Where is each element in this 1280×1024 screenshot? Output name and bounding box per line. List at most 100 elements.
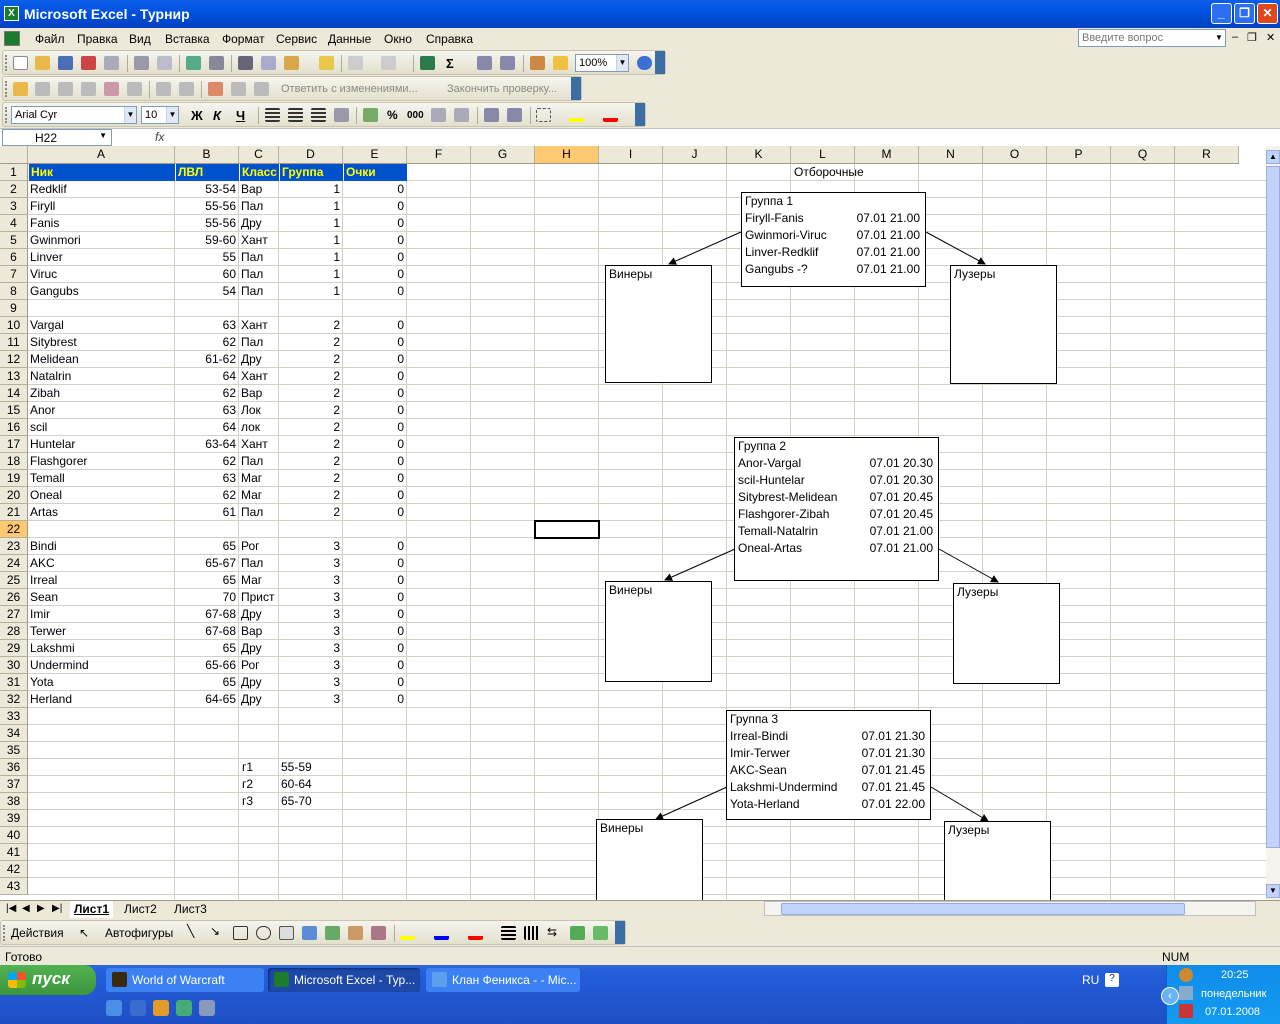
thousands-button[interactable]: 000 xyxy=(407,110,424,121)
mail-icon[interactable] xyxy=(35,82,50,96)
fill-color-icon[interactable] xyxy=(569,108,584,122)
menu-tools[interactable]: Сервис xyxy=(276,32,317,46)
percent-button[interactable]: % xyxy=(387,108,398,122)
font-size-select[interactable]: 10 ▼ xyxy=(141,106,179,124)
prev-sheet-icon[interactable]: ◀ xyxy=(22,903,30,914)
scroll-thumb[interactable] xyxy=(781,903,1185,915)
paste-icon[interactable] xyxy=(284,56,299,70)
copy-icon[interactable] xyxy=(261,56,276,70)
select-objects-icon[interactable]: ↖ xyxy=(79,926,89,940)
menu-view[interactable]: Вид xyxy=(129,32,151,46)
dash-style-icon[interactable] xyxy=(524,926,539,940)
font-name-select[interactable]: Arial Cyr ▼ xyxy=(11,106,137,124)
picture-icon[interactable] xyxy=(371,926,386,940)
doc-minimize-button[interactable]: ‒ xyxy=(1232,31,1238,43)
email-icon[interactable] xyxy=(104,56,119,70)
menu-file[interactable]: Файл xyxy=(35,32,65,46)
ink-icon[interactable] xyxy=(254,82,269,96)
show-comments-icon[interactable] xyxy=(156,82,171,96)
toolbar-grip[interactable] xyxy=(5,55,8,71)
security-icon[interactable] xyxy=(1179,1004,1193,1018)
chevron-down-icon[interactable]: ▼ xyxy=(616,55,628,71)
horizontal-scrollbar[interactable] xyxy=(764,901,1256,916)
task-excel[interactable]: Microsoft Excel - Тур... xyxy=(268,968,420,992)
end-review-button[interactable]: Закончить проверку... xyxy=(447,83,557,95)
bold-button[interactable]: Ж xyxy=(191,108,203,123)
wordart-icon[interactable] xyxy=(302,926,317,940)
3d-icon[interactable] xyxy=(593,926,608,940)
menu-help[interactable]: Справка xyxy=(426,32,473,46)
new-icon[interactable] xyxy=(13,56,28,70)
chevron-down-icon[interactable]: ▼ xyxy=(166,107,178,123)
doc-close-button[interactable]: ✕ xyxy=(1266,31,1275,44)
actions-menu[interactable]: Действия xyxy=(11,926,64,940)
font-color-icon[interactable] xyxy=(603,108,618,122)
arrow-icon[interactable]: ↘ xyxy=(210,924,220,938)
research-icon[interactable] xyxy=(209,56,224,70)
cut-icon[interactable] xyxy=(238,56,253,70)
font-color-icon[interactable] xyxy=(468,926,483,940)
workbook-icon[interactable] xyxy=(4,31,20,46)
diagram-icon[interactable] xyxy=(325,926,340,940)
decrease-decimal-icon[interactable] xyxy=(454,108,469,122)
merge-center-icon[interactable] xyxy=(334,108,349,122)
open-icon[interactable] xyxy=(35,56,50,70)
scroll-down-icon[interactable]: ▼ xyxy=(1266,884,1280,898)
decrease-indent-icon[interactable] xyxy=(484,108,499,122)
format-painter-icon[interactable] xyxy=(319,56,334,70)
line-color-icon[interactable] xyxy=(434,926,449,940)
menu-window[interactable]: Окно xyxy=(384,32,412,46)
media-quicklaunch-icon[interactable] xyxy=(153,1000,169,1016)
increase-indent-icon[interactable] xyxy=(507,108,522,122)
tray-app-icon[interactable] xyxy=(1179,968,1193,982)
vertical-scrollbar[interactable]: ▲ ▼ xyxy=(1266,146,1280,900)
clipart-icon[interactable] xyxy=(348,926,363,940)
sort-descending-icon[interactable] xyxy=(500,56,515,70)
textbox-icon[interactable] xyxy=(279,926,294,940)
permission-icon[interactable] xyxy=(81,56,96,70)
close-button[interactable]: ✕ xyxy=(1257,3,1278,24)
task-ie[interactable]: Клан Феникса - - Mic... xyxy=(426,968,580,992)
forward-icon[interactable] xyxy=(81,82,96,96)
scroll-up-icon[interactable]: ▲ xyxy=(1266,150,1280,164)
doc-restore-button[interactable]: ❐ xyxy=(1247,31,1257,44)
minimize-button[interactable]: _ xyxy=(1211,3,1232,24)
maximize-button[interactable]: ❐ xyxy=(1234,3,1255,24)
task-wow[interactable]: World of Warcraft xyxy=(106,968,264,992)
chevron-down-icon[interactable]: ▼ xyxy=(124,107,136,123)
chevron-down-icon[interactable]: ▼ xyxy=(1213,30,1225,46)
line-icon[interactable]: ╲ xyxy=(187,924,194,938)
align-center-icon[interactable] xyxy=(288,108,303,122)
delete-comment-icon[interactable] xyxy=(127,82,142,96)
reply-with-changes-button[interactable]: Ответить с изменениями... xyxy=(281,83,418,95)
sheet-tab-3[interactable]: Лист3 xyxy=(170,901,211,918)
fx-icon[interactable]: fx xyxy=(155,130,164,144)
last-sheet-icon[interactable]: ▶| xyxy=(52,903,62,914)
autosum-icon[interactable]: Σ xyxy=(446,56,454,71)
line-style-icon[interactable] xyxy=(501,926,516,940)
folder-icon[interactable] xyxy=(13,82,28,96)
save-icon[interactable] xyxy=(58,56,73,70)
borders-icon[interactable] xyxy=(536,108,551,122)
toolbar-options-icon[interactable] xyxy=(571,77,581,100)
align-right-icon[interactable] xyxy=(311,108,326,122)
spelling-icon[interactable] xyxy=(186,56,201,70)
menu-edit[interactable]: Правка xyxy=(77,32,118,46)
app2-quicklaunch-icon[interactable] xyxy=(199,1000,215,1016)
ask-question-input[interactable]: Введите вопрос ▼ xyxy=(1078,29,1226,47)
toolbar-options-icon[interactable] xyxy=(655,51,665,74)
attach-icon[interactable] xyxy=(104,82,119,96)
undo-icon[interactable] xyxy=(348,56,363,70)
autoshapes-menu[interactable]: Автофигуры xyxy=(105,926,173,940)
rectangle-icon[interactable] xyxy=(233,926,248,940)
desktop-quicklaunch-icon[interactable] xyxy=(130,1000,146,1016)
comment-icon[interactable] xyxy=(231,82,246,96)
menu-format[interactable]: Формат xyxy=(222,32,265,46)
name-box[interactable]: H22 ▼ xyxy=(2,129,112,146)
chart-wizard-icon[interactable] xyxy=(530,56,545,70)
increase-decimal-icon[interactable] xyxy=(431,108,446,122)
excel-app-icon[interactable]: X xyxy=(4,6,19,21)
fill-color-icon[interactable] xyxy=(400,926,415,940)
oval-icon[interactable] xyxy=(256,926,271,940)
print-preview-icon[interactable] xyxy=(157,56,172,70)
